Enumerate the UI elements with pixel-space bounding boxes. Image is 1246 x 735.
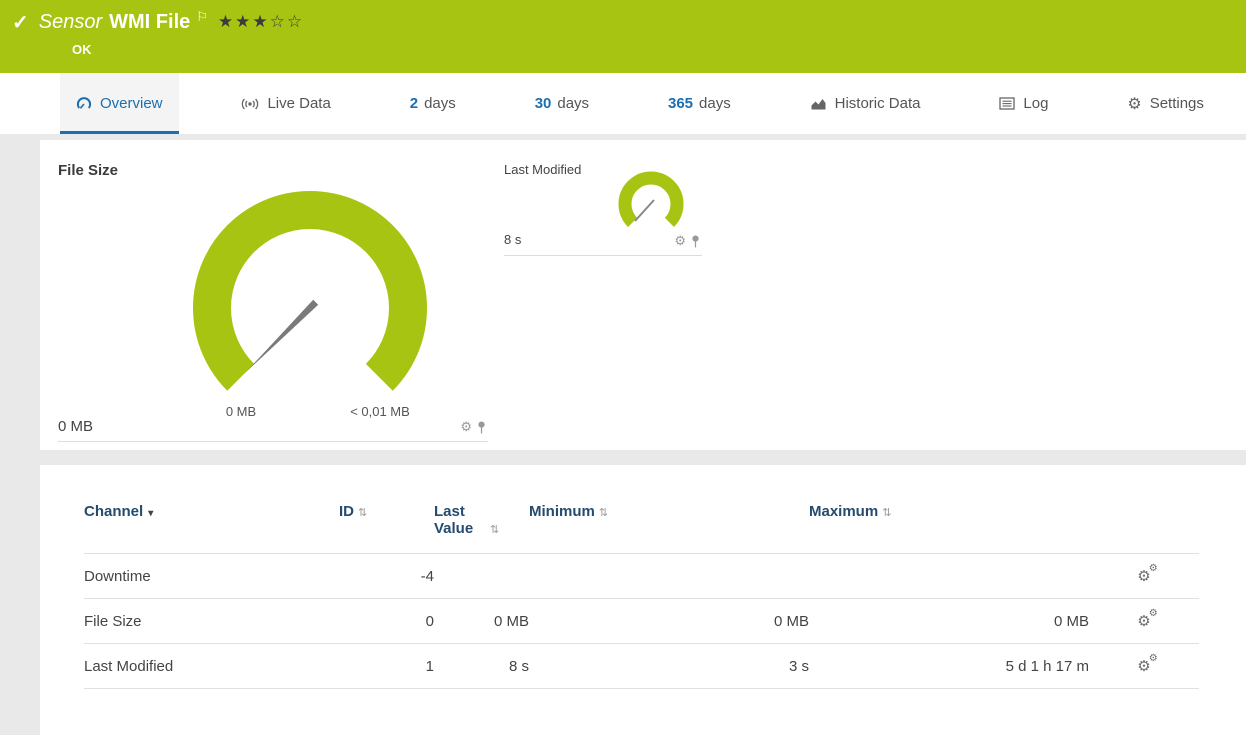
sort-icon: ⇅ <box>490 524 500 536</box>
tab-2-days-number: 2 <box>409 95 419 112</box>
sorted-desc-caret-icon: ▾ <box>148 508 154 519</box>
cell-maximum: 5 d 1 h 17 m <box>1005 657 1089 675</box>
tab-30-days[interactable]: 30 days <box>519 73 605 134</box>
tab-2-days-label: days <box>424 95 456 112</box>
channels-table: Channel ▾ ID ⇅ Last Value ⇅ Minimum ⇅ Maximu… <box>84 497 1199 689</box>
last-modified-gauge-tile[interactable]: Last Modified 8 s ⚙ <box>504 154 702 256</box>
sort-icon: ⇅ <box>358 507 368 519</box>
cell-id: 1 <box>425 657 434 675</box>
cell-last-value: 0 MB <box>493 612 529 630</box>
tab-settings-label: Settings <box>1149 95 1204 112</box>
file-size-gauge-tile[interactable]: File Size 0 MB < 0,01 MB 0 MB ⚙ <box>58 154 488 442</box>
cell-id: 0 <box>425 612 434 630</box>
tab-30-days-label: days <box>557 95 590 112</box>
flag-icon[interactable]: ⚐ <box>196 9 208 25</box>
cell-channel: Last Modified <box>84 657 174 675</box>
cell-id: -4 <box>420 567 434 585</box>
file-size-gauge-min-label: 0 MB <box>225 404 257 419</box>
last-modified-gauge <box>618 171 684 227</box>
tab-30-days-number: 30 <box>534 95 552 112</box>
cell-minimum <box>529 554 809 599</box>
tab-365-days-number: 365 <box>667 95 694 112</box>
sensor-header: ✓ Sensor WMI File ⚐ ★★★☆☆ OK <box>0 0 1246 73</box>
tab-overview-label: Overview <box>100 95 163 112</box>
main-content: File Size 0 MB < 0,01 MB 0 MB ⚙ Last Mod… <box>0 134 1246 735</box>
tab-365-days-label: days <box>699 95 731 112</box>
cell-minimum: 0 MB <box>773 612 809 630</box>
column-header-minimum-label: Minimum <box>529 503 595 520</box>
cell-channel: File Size <box>84 612 142 630</box>
gauges-panel: File Size 0 MB < 0,01 MB 0 MB ⚙ Last Mod… <box>40 140 1246 450</box>
last-modified-gauge-pin-icon[interactable] <box>691 235 700 248</box>
column-header-maximum-label: Maximum <box>809 503 879 520</box>
cell-channel: Downtime <box>84 567 151 585</box>
channel-settings-gear-icon[interactable]: ⚙ ⚙ <box>1137 563 1157 585</box>
cell-maximum <box>809 554 1089 599</box>
tab-live-data[interactable]: Live Data <box>225 73 346 134</box>
priority-stars[interactable]: ★★★☆☆ <box>218 12 304 32</box>
tab-2-days[interactable]: 2 days <box>394 73 472 134</box>
file-size-current-value: 0 MB <box>58 418 94 435</box>
table-row: File Size 0 0 MB 0 MB 0 MB ⚙ ⚙ <box>84 598 1199 644</box>
file-size-gauge-pin-icon[interactable] <box>477 421 486 434</box>
channel-settings-gear-icon[interactable]: ⚙ ⚙ <box>1137 608 1157 630</box>
column-header-channel[interactable]: Channel ▾ <box>84 497 339 554</box>
tab-overview[interactable]: Overview <box>60 73 179 134</box>
channel-settings-gear-icon[interactable]: ⚙ ⚙ <box>1137 653 1157 675</box>
sensor-status-badge: OK <box>72 42 92 57</box>
cell-maximum: 0 MB <box>1053 612 1089 630</box>
overview-gauge-icon <box>76 96 92 111</box>
tab-historic-data-label: Historic Data <box>834 95 921 112</box>
table-row: Last Modified 1 8 s 3 s 5 d 1 h 17 m ⚙ ⚙ <box>84 643 1199 689</box>
cell-last-value <box>434 554 529 599</box>
column-header-maximum[interactable]: Maximum ⇅ <box>809 497 1089 554</box>
channels-panel: Channel ▾ ID ⇅ Last Value ⇅ Minimum ⇅ Maximu… <box>40 465 1246 735</box>
column-header-id[interactable]: ID ⇅ <box>339 497 434 554</box>
table-row: Downtime -4 ⚙ ⚙ <box>84 553 1199 599</box>
file-size-gauge-settings-icon[interactable]: ⚙ <box>460 419 472 435</box>
last-modified-current-value: 8 s <box>504 232 522 247</box>
settings-gear-icon: ⚙ <box>1127 95 1142 113</box>
sort-icon: ⇅ <box>882 507 892 519</box>
column-header-last-value[interactable]: Last Value ⇅ <box>434 497 529 554</box>
file-size-gauge-max-label: < 0,01 MB <box>350 404 410 419</box>
column-header-channel-label: Channel <box>84 503 144 520</box>
sensor-type-label: Sensor <box>38 10 103 33</box>
column-header-minimum[interactable]: Minimum ⇅ <box>529 497 809 554</box>
live-data-broadcast-icon <box>241 97 259 111</box>
tab-settings[interactable]: ⚙ Settings <box>1111 73 1220 134</box>
tab-365-days[interactable]: 365 days <box>652 73 747 134</box>
status-ok-check-icon: ✓ <box>12 11 29 34</box>
last-modified-gauge-settings-icon[interactable]: ⚙ <box>674 233 686 249</box>
file-size-gauge <box>193 191 427 391</box>
tab-historic-data[interactable]: Historic Data <box>794 73 937 134</box>
historic-data-chart-icon <box>810 97 827 111</box>
column-header-actions <box>1089 497 1199 554</box>
cell-minimum: 3 s <box>788 657 809 675</box>
file-size-gauge-title: File Size <box>58 162 119 179</box>
tab-bar: Overview Live Data 2 days 30 days 365 da… <box>0 73 1246 134</box>
tab-log[interactable]: Log <box>983 73 1064 134</box>
sensor-name: WMI File <box>109 10 191 33</box>
tab-live-data-label: Live Data <box>267 95 331 112</box>
log-list-icon <box>999 97 1016 110</box>
column-header-id-label: ID <box>339 503 354 520</box>
cell-last-value: 8 s <box>508 657 529 675</box>
sort-icon: ⇅ <box>598 507 609 519</box>
tab-log-label: Log <box>1023 95 1049 112</box>
column-header-last-value-label: Last Value <box>434 503 474 537</box>
